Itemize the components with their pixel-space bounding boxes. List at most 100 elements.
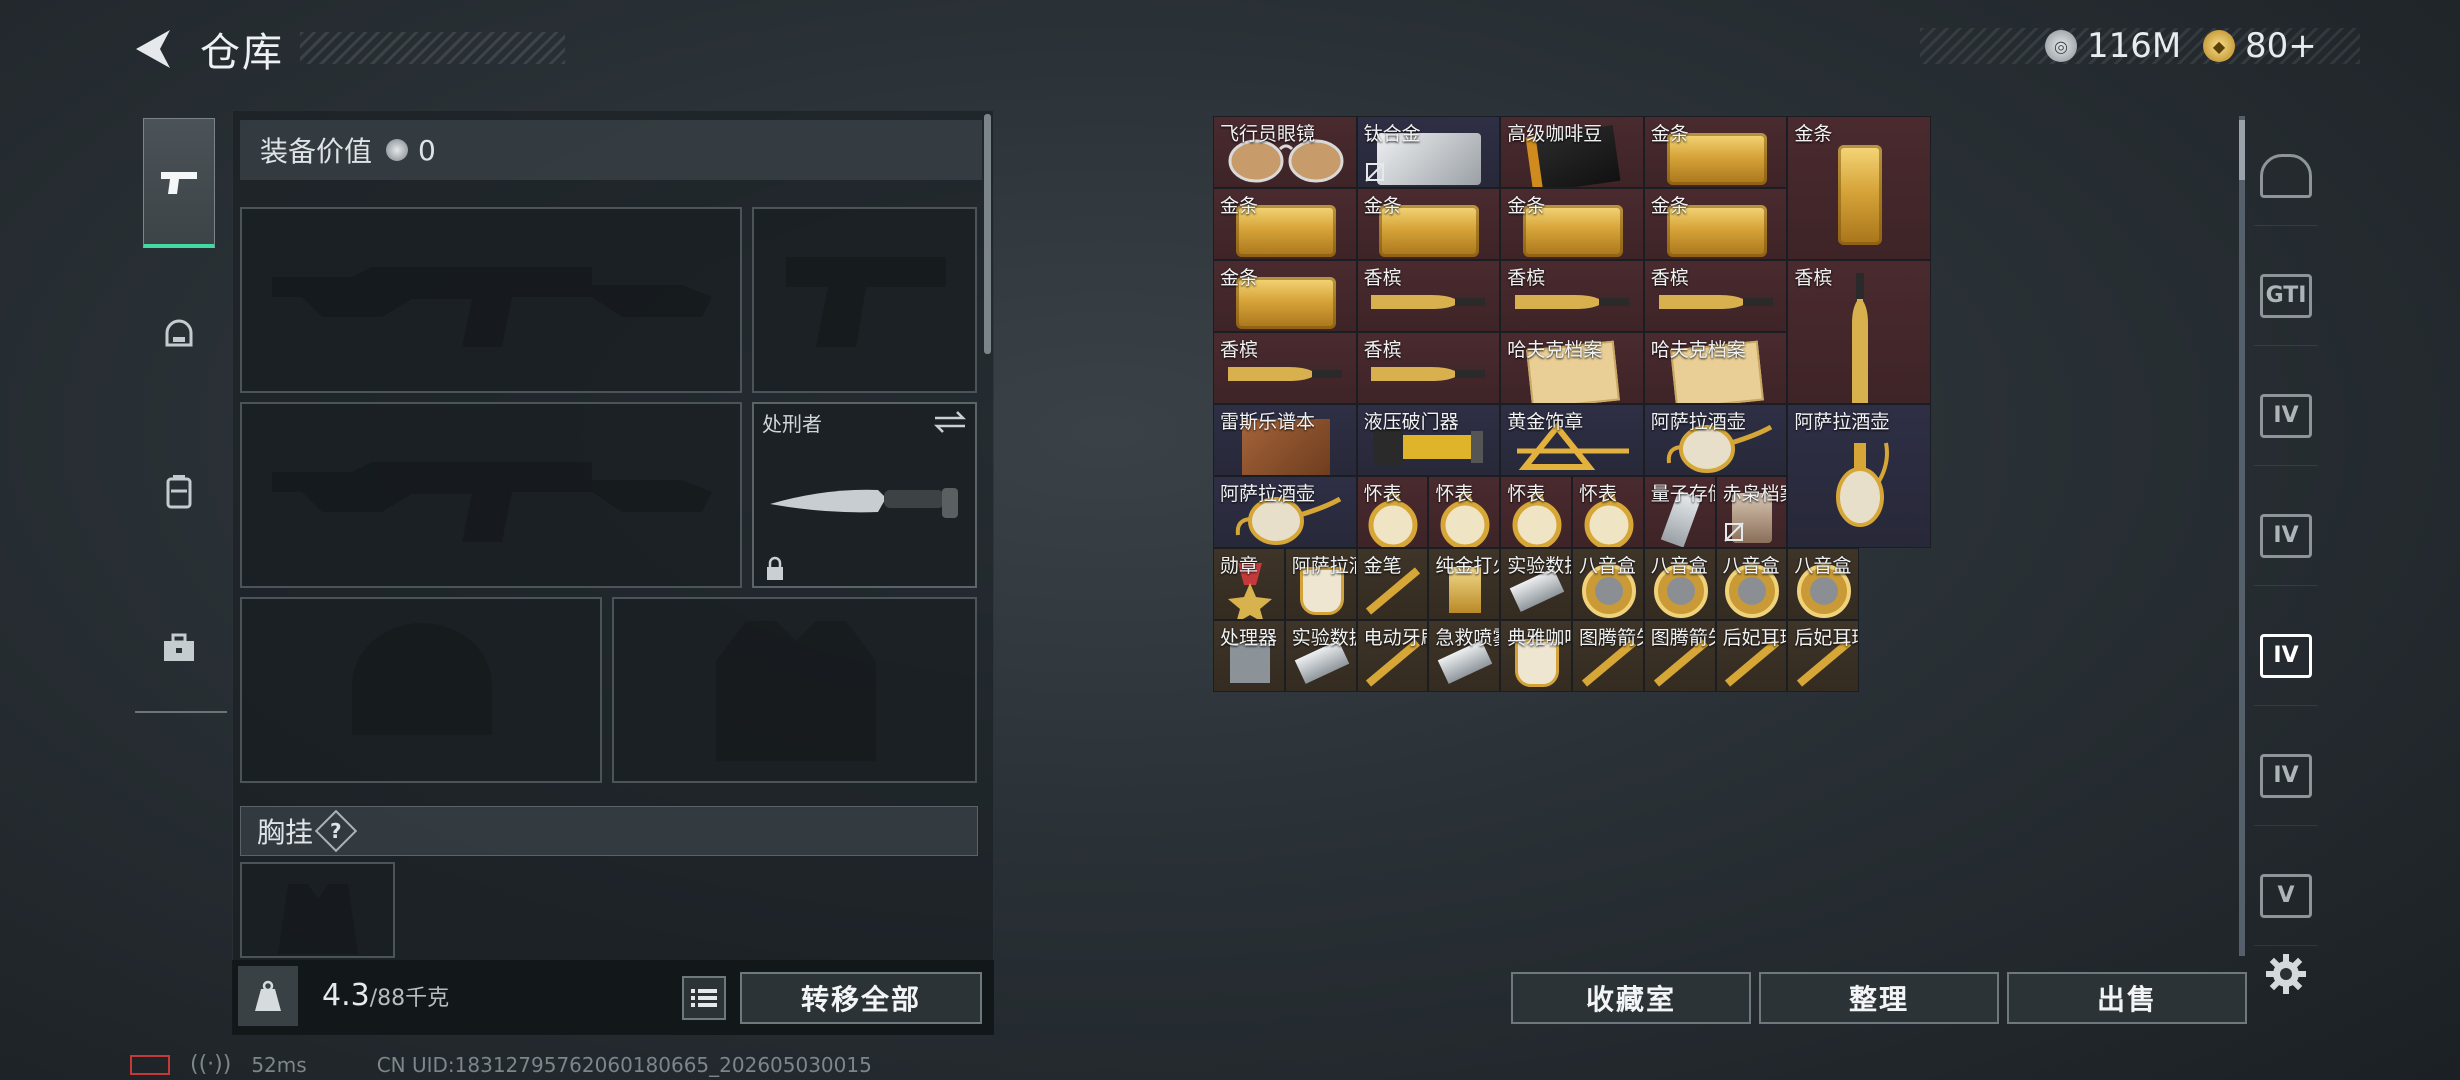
champagne-bottle-image	[1371, 367, 1486, 381]
rifle-silhouette-icon	[272, 267, 712, 347]
item-cell[interactable]: 香槟	[1643, 260, 1788, 332]
organize-button[interactable]: 整理	[1759, 972, 1999, 1024]
item-cell[interactable]: 怀表	[1500, 476, 1572, 548]
pistol-icon	[161, 171, 197, 194]
item-cell[interactable]: 金条	[1787, 116, 1931, 260]
storage-case-tab[interactable]: IV	[2254, 486, 2318, 586]
storage-case-tab[interactable]: V	[2254, 846, 2318, 946]
no-entry-badge-icon	[1364, 162, 1385, 182]
item-cell[interactable]: 怀表	[1572, 476, 1644, 548]
item-cell[interactable]: 后妃耳环	[1715, 620, 1788, 692]
item-cell[interactable]: 阿萨拉酒壶	[1213, 476, 1357, 548]
weight-icon	[238, 966, 298, 1026]
item-name: 图腾箭矢	[1579, 627, 1643, 649]
gold-bar-image	[1838, 145, 1883, 245]
title-decoration	[300, 32, 565, 64]
transfer-all-button[interactable]: 转移全部	[740, 972, 982, 1024]
storage-case-nav: GTI IV IV IV IV V	[2250, 116, 2322, 956]
storage-case-tab[interactable]: IV	[2254, 606, 2318, 706]
storage-case-tab[interactable]: GTI	[2254, 246, 2318, 346]
sell-button[interactable]: 出售	[2007, 972, 2247, 1024]
grid-scroll-thumb[interactable]	[2239, 120, 2245, 180]
item-cell[interactable]: 金条	[1643, 188, 1788, 260]
item-cell[interactable]: 金笔	[1356, 548, 1429, 620]
item-cell[interactable]: 雷斯乐谱本	[1213, 404, 1357, 476]
item-name: 电动牙刷	[1363, 627, 1428, 649]
item-cell[interactable]: 液压破门器	[1356, 404, 1501, 476]
storage-case-tab[interactable]	[2254, 126, 2318, 226]
back-arrow-icon[interactable]	[130, 26, 176, 72]
item-cell[interactable]: 黄金饰章	[1500, 404, 1644, 476]
chest-rig-slot[interactable]	[240, 862, 395, 958]
item-cell[interactable]: 金条	[1500, 188, 1644, 260]
item-cell[interactable]: 哈夫克档案	[1500, 332, 1644, 404]
lock-icon	[767, 556, 783, 580]
storage-case-tab[interactable]: IV	[2254, 366, 2318, 466]
item-cell[interactable]: 量子存储	[1643, 476, 1716, 548]
item-cell[interactable]: 典雅咖啡杯	[1500, 620, 1572, 692]
storage-case-tab[interactable]: IV	[2254, 726, 2318, 826]
item-cell[interactable]: 怀表	[1428, 476, 1501, 548]
item-cell[interactable]: 八音盒	[1715, 548, 1788, 620]
nav-weapons[interactable]	[143, 118, 215, 248]
item-cell[interactable]: 实验数据...	[1500, 548, 1572, 620]
no-entry-badge-icon	[1723, 522, 1744, 542]
loadout-scrollbar[interactable]	[984, 114, 991, 354]
item-cell[interactable]: 实验数据...	[1284, 620, 1357, 692]
item-cell[interactable]: 高级咖啡豆	[1500, 116, 1644, 188]
item-cell[interactable]: 阿萨拉酒壶	[1787, 404, 1931, 548]
melee-weapon-name: 处刑者	[762, 412, 822, 436]
nav-armor[interactable]	[143, 270, 215, 400]
weight-max: /88千克	[369, 986, 450, 1011]
item-cell[interactable]: 阿萨拉酒壶	[1643, 404, 1788, 476]
help-icon[interactable]: ?	[314, 809, 358, 853]
item-cell[interactable]: 金条	[1213, 260, 1357, 332]
secondary-weapon-slot[interactable]	[752, 207, 977, 393]
item-cell[interactable]: 纯金打火机	[1428, 548, 1501, 620]
item-cell[interactable]: 八音盒	[1643, 548, 1716, 620]
item-cell[interactable]: 香槟	[1787, 260, 1931, 404]
item-cell[interactable]: 飞行员眼镜	[1213, 116, 1357, 188]
nav-toolbox[interactable]	[143, 582, 215, 712]
item-cell[interactable]: 香槟	[1356, 332, 1501, 404]
item-cell[interactable]: 八音盒	[1572, 548, 1644, 620]
primary-weapon-slot-2[interactable]	[240, 402, 742, 588]
item-cell[interactable]: 金条	[1643, 116, 1788, 188]
item-name: 怀表	[1579, 483, 1618, 505]
grid-scroll-track[interactable]	[2239, 116, 2245, 956]
swap-icon[interactable]	[933, 410, 967, 434]
backpack-icon	[166, 475, 192, 509]
item-cell[interactable]: 怀表	[1356, 476, 1429, 548]
item-cell[interactable]: 香槟	[1213, 332, 1357, 404]
item-cell[interactable]: 处理器	[1213, 620, 1285, 692]
item-name: 香槟	[1507, 267, 1546, 289]
item-cell[interactable]: 电动牙刷	[1356, 620, 1429, 692]
knife-image	[770, 488, 958, 518]
item-cell[interactable]: 勋章	[1213, 548, 1285, 620]
helmet-slot[interactable]	[240, 597, 602, 783]
primary-weapon-slot[interactable]	[240, 207, 742, 393]
item-cell[interactable]: 赤枭档案	[1715, 476, 1788, 548]
item-cell[interactable]: 钛合金	[1356, 116, 1501, 188]
gold-currency[interactable]: ◆ 80+	[2203, 24, 2317, 68]
item-cell[interactable]: 香槟	[1500, 260, 1644, 332]
item-cell[interactable]: 香槟	[1356, 260, 1501, 332]
item-cell[interactable]: 阿萨拉酒杯	[1284, 548, 1357, 620]
item-name: 纯金打火机	[1435, 555, 1499, 577]
item-name: 八音盒	[1794, 555, 1852, 577]
item-cell[interactable]: 图腾箭矢	[1572, 620, 1644, 692]
collection-room-button[interactable]: 收藏室	[1511, 972, 1751, 1024]
list-view-button[interactable]	[682, 976, 726, 1020]
item-cell[interactable]: 金条	[1356, 188, 1501, 260]
settings-gear-icon[interactable]	[2264, 952, 2308, 996]
item-cell[interactable]: 图腾箭矢	[1643, 620, 1716, 692]
item-cell[interactable]: 金条	[1213, 188, 1357, 260]
armor-slot[interactable]	[612, 597, 977, 783]
item-cell[interactable]: 急救喷雾	[1428, 620, 1501, 692]
nav-backpack[interactable]	[143, 426, 215, 556]
item-cell[interactable]: 八音盒	[1787, 548, 1860, 620]
item-cell[interactable]: 哈夫克档案	[1643, 332, 1788, 404]
item-cell[interactable]: 后妃耳环	[1787, 620, 1860, 692]
loadout-category-nav	[135, 108, 227, 713]
melee-weapon-slot[interactable]: 处刑者	[752, 402, 977, 588]
